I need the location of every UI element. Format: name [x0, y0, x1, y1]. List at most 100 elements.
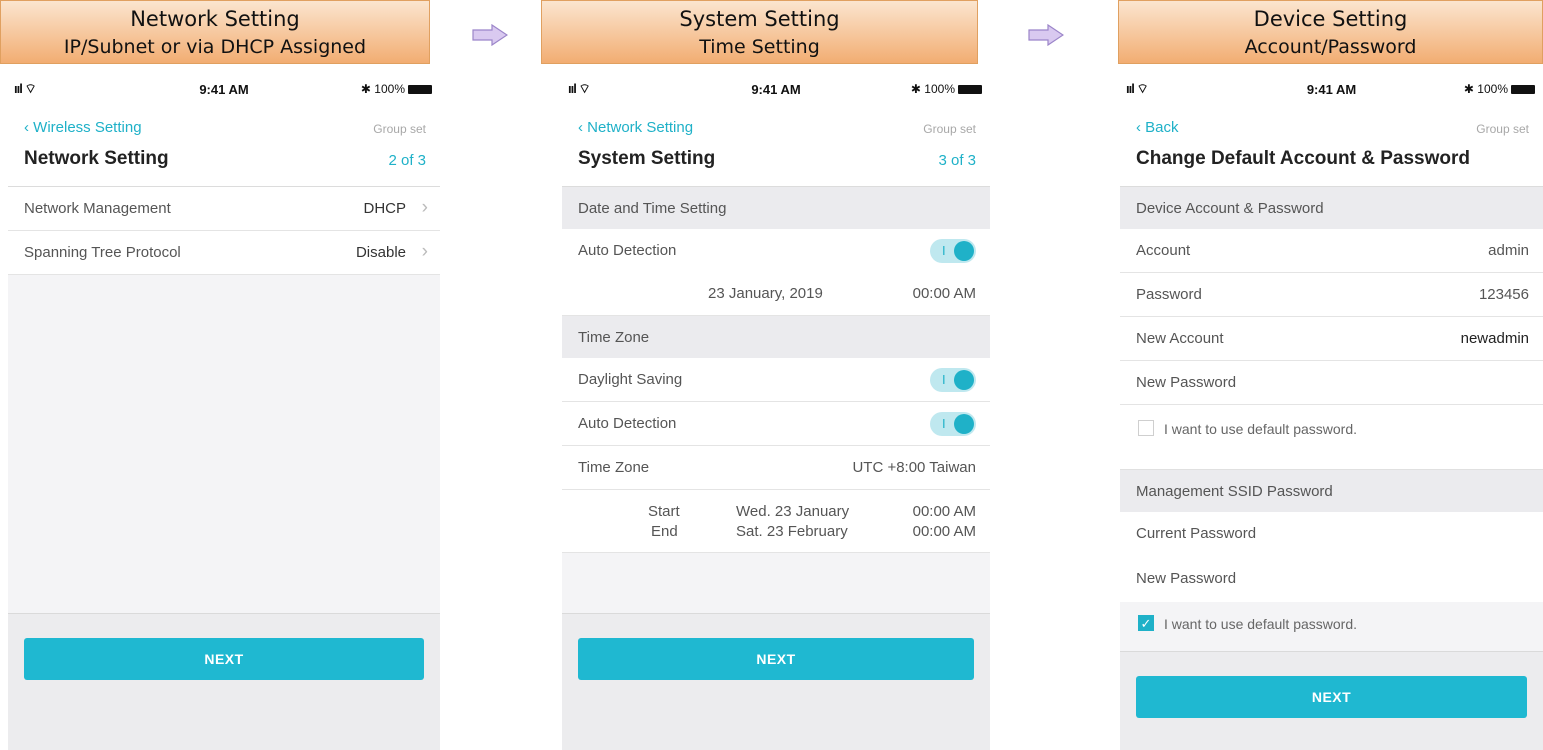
phone-device-setting: ııl ⌔ 9:41 AM ✱ 100% ‹ Back Group set Ch…	[1120, 76, 1543, 750]
timezone-auto-detection-row: Auto Detection I	[562, 402, 990, 446]
row-label: Auto Detection	[578, 242, 677, 259]
row-label: Current Password	[1136, 525, 1257, 542]
next-button[interactable]: NEXT	[24, 638, 424, 680]
section-label: Time Zone	[578, 329, 650, 346]
nav-bar: ‹ Network Setting Group set System Setti…	[562, 104, 990, 187]
battery-text: ✱ 100%	[910, 82, 955, 96]
row-label: Spanning Tree Protocol	[24, 244, 181, 261]
end-time: 00:00 AM	[912, 523, 976, 540]
status-bar: ııl ⌔ 9:41 AM ✱ 100%	[8, 76, 440, 104]
new-password-field[interactable]: New Password	[1120, 361, 1543, 405]
account-value: admin	[1488, 242, 1529, 259]
banner-subtitle: Time Setting	[699, 36, 820, 58]
auto-detection-row: Auto Detection I	[562, 229, 990, 272]
daylight-saving-toggle[interactable]: I	[930, 368, 976, 392]
back-button[interactable]: ‹ Back	[1136, 119, 1179, 136]
back-button[interactable]: ‹ Network Setting	[578, 119, 693, 136]
row-label: Time Zone	[578, 459, 650, 476]
row-label: New Password	[1136, 374, 1237, 391]
step-indicator: 2 of 3	[388, 152, 426, 169]
status-bar: ııl ⌔ 9:41 AM ✱ 100%	[1120, 76, 1543, 104]
group-set-button[interactable]: Group set	[1476, 122, 1529, 136]
banner-subtitle: IP/Subnet or via DHCP Assigned	[63, 36, 367, 58]
nav-bar: ‹ Wireless Setting Group set Network Set…	[8, 104, 440, 187]
battery-icon	[408, 85, 432, 95]
next-button[interactable]: NEXT	[1136, 676, 1527, 718]
row-label: New Account	[1136, 330, 1224, 347]
timezone-auto-detection-toggle[interactable]: I	[930, 412, 976, 436]
page-title: Network Setting	[24, 148, 169, 169]
group-set-button[interactable]: Group set	[373, 122, 426, 136]
chevron-right-icon: ›	[421, 197, 428, 218]
row-value: UTC +8:00 Taiwan	[852, 459, 976, 476]
row-label: Password	[1136, 286, 1202, 303]
arrow-right-icon	[1028, 24, 1064, 46]
step-indicator: 3 of 3	[938, 152, 976, 169]
row-value: DHCP	[363, 200, 406, 217]
bottom-bar: NEXT	[1120, 651, 1543, 750]
row-label: Auto Detection	[578, 415, 677, 432]
ssid-new-password-field[interactable]: New Password	[1120, 557, 1543, 602]
section-header-date-time: Date and Time Setting	[562, 187, 990, 229]
end-label: End	[651, 523, 678, 540]
section-header-account: Device Account & Password	[1120, 187, 1543, 229]
daylight-saving-row: Daylight Saving I	[562, 358, 990, 402]
date-time-row[interactable]: 23 January, 2019 00:00 AM	[562, 272, 990, 316]
battery-indicator: ✱ 100%	[1464, 82, 1535, 96]
default-password-option[interactable]: I want to use default password.	[1120, 405, 1543, 470]
start-date: Wed. 23 January	[736, 503, 850, 520]
toggle-knob	[954, 370, 974, 390]
status-bar: ııl ⌔ 9:41 AM ✱ 100%	[562, 76, 990, 104]
group-set-button[interactable]: Group set	[923, 122, 976, 136]
arrow-right-icon	[472, 24, 508, 46]
dst-period-row[interactable]: Start Wed. 23 January 00:00 AM End Sat. …	[562, 490, 990, 553]
bottom-bar: NEXT	[562, 613, 990, 750]
section-label: Device Account & Password	[1136, 200, 1324, 217]
back-button[interactable]: ‹ Wireless Setting	[24, 119, 142, 136]
date-value: 23 January, 2019	[708, 285, 823, 302]
network-management-row[interactable]: Network Management DHCP ›	[8, 187, 440, 231]
ssid-default-password-option[interactable]: ✓ I want to use default password.	[1120, 602, 1543, 644]
nav-bar: ‹ Back Group set Change Default Account …	[1120, 104, 1543, 187]
current-password-field[interactable]: Current Password	[1120, 512, 1543, 557]
toggle-on-mark: I	[942, 372, 946, 387]
banner-title: Network Setting	[130, 7, 300, 31]
page-title: Change Default Account & Password	[1136, 148, 1470, 169]
battery-icon	[1511, 85, 1535, 95]
spanning-tree-row[interactable]: Spanning Tree Protocol Disable ›	[8, 231, 440, 275]
battery-icon	[958, 85, 982, 95]
banner-device-setting: Device Setting Account/Password	[1118, 0, 1543, 64]
auto-detection-toggle[interactable]: I	[930, 239, 976, 263]
row-label: Account	[1136, 242, 1191, 259]
time-value: 00:00 AM	[912, 285, 976, 302]
end-date: Sat. 23 February	[736, 523, 848, 540]
checkbox-label: I want to use default password.	[1164, 421, 1357, 437]
start-time: 00:00 AM	[912, 503, 976, 520]
toggle-knob	[954, 241, 974, 261]
password-value: 123456	[1478, 286, 1529, 303]
banner-subtitle: Account/Password	[1244, 36, 1417, 58]
new-account-field[interactable]: New Account newadmin	[1120, 317, 1543, 361]
default-password-checkbox[interactable]	[1138, 420, 1154, 436]
toggle-on-mark: I	[942, 243, 946, 258]
start-label: Start	[648, 503, 680, 520]
battery-indicator: ✱ 100%	[361, 82, 432, 96]
page-title: System Setting	[578, 148, 716, 169]
toggle-knob	[954, 414, 974, 434]
phone-network-setting: ııl ⌔ 9:41 AM ✱ 100% ‹ Wireless Setting …	[8, 76, 440, 750]
chevron-right-icon: ›	[421, 241, 428, 262]
section-header-time-zone: Time Zone	[562, 316, 990, 358]
banner-title: Device Setting	[1253, 7, 1408, 31]
banner-title: System Setting	[679, 7, 840, 31]
checkbox-label: I want to use default password.	[1164, 616, 1357, 632]
row-label: Network Management	[24, 200, 171, 217]
next-button[interactable]: NEXT	[578, 638, 974, 680]
phone-system-setting: ııl ⌔ 9:41 AM ✱ 100% ‹ Network Setting G…	[562, 76, 990, 750]
battery-indicator: ✱ 100%	[911, 82, 982, 96]
new-account-value: newadmin	[1460, 330, 1529, 347]
account-row: Account admin	[1120, 229, 1543, 273]
bottom-bar: NEXT	[8, 613, 440, 750]
checkmark-icon[interactable]: ✓	[1138, 615, 1154, 631]
time-zone-row[interactable]: Time Zone UTC +8:00 Taiwan	[562, 446, 990, 490]
battery-text: ✱ 100%	[1463, 82, 1508, 96]
